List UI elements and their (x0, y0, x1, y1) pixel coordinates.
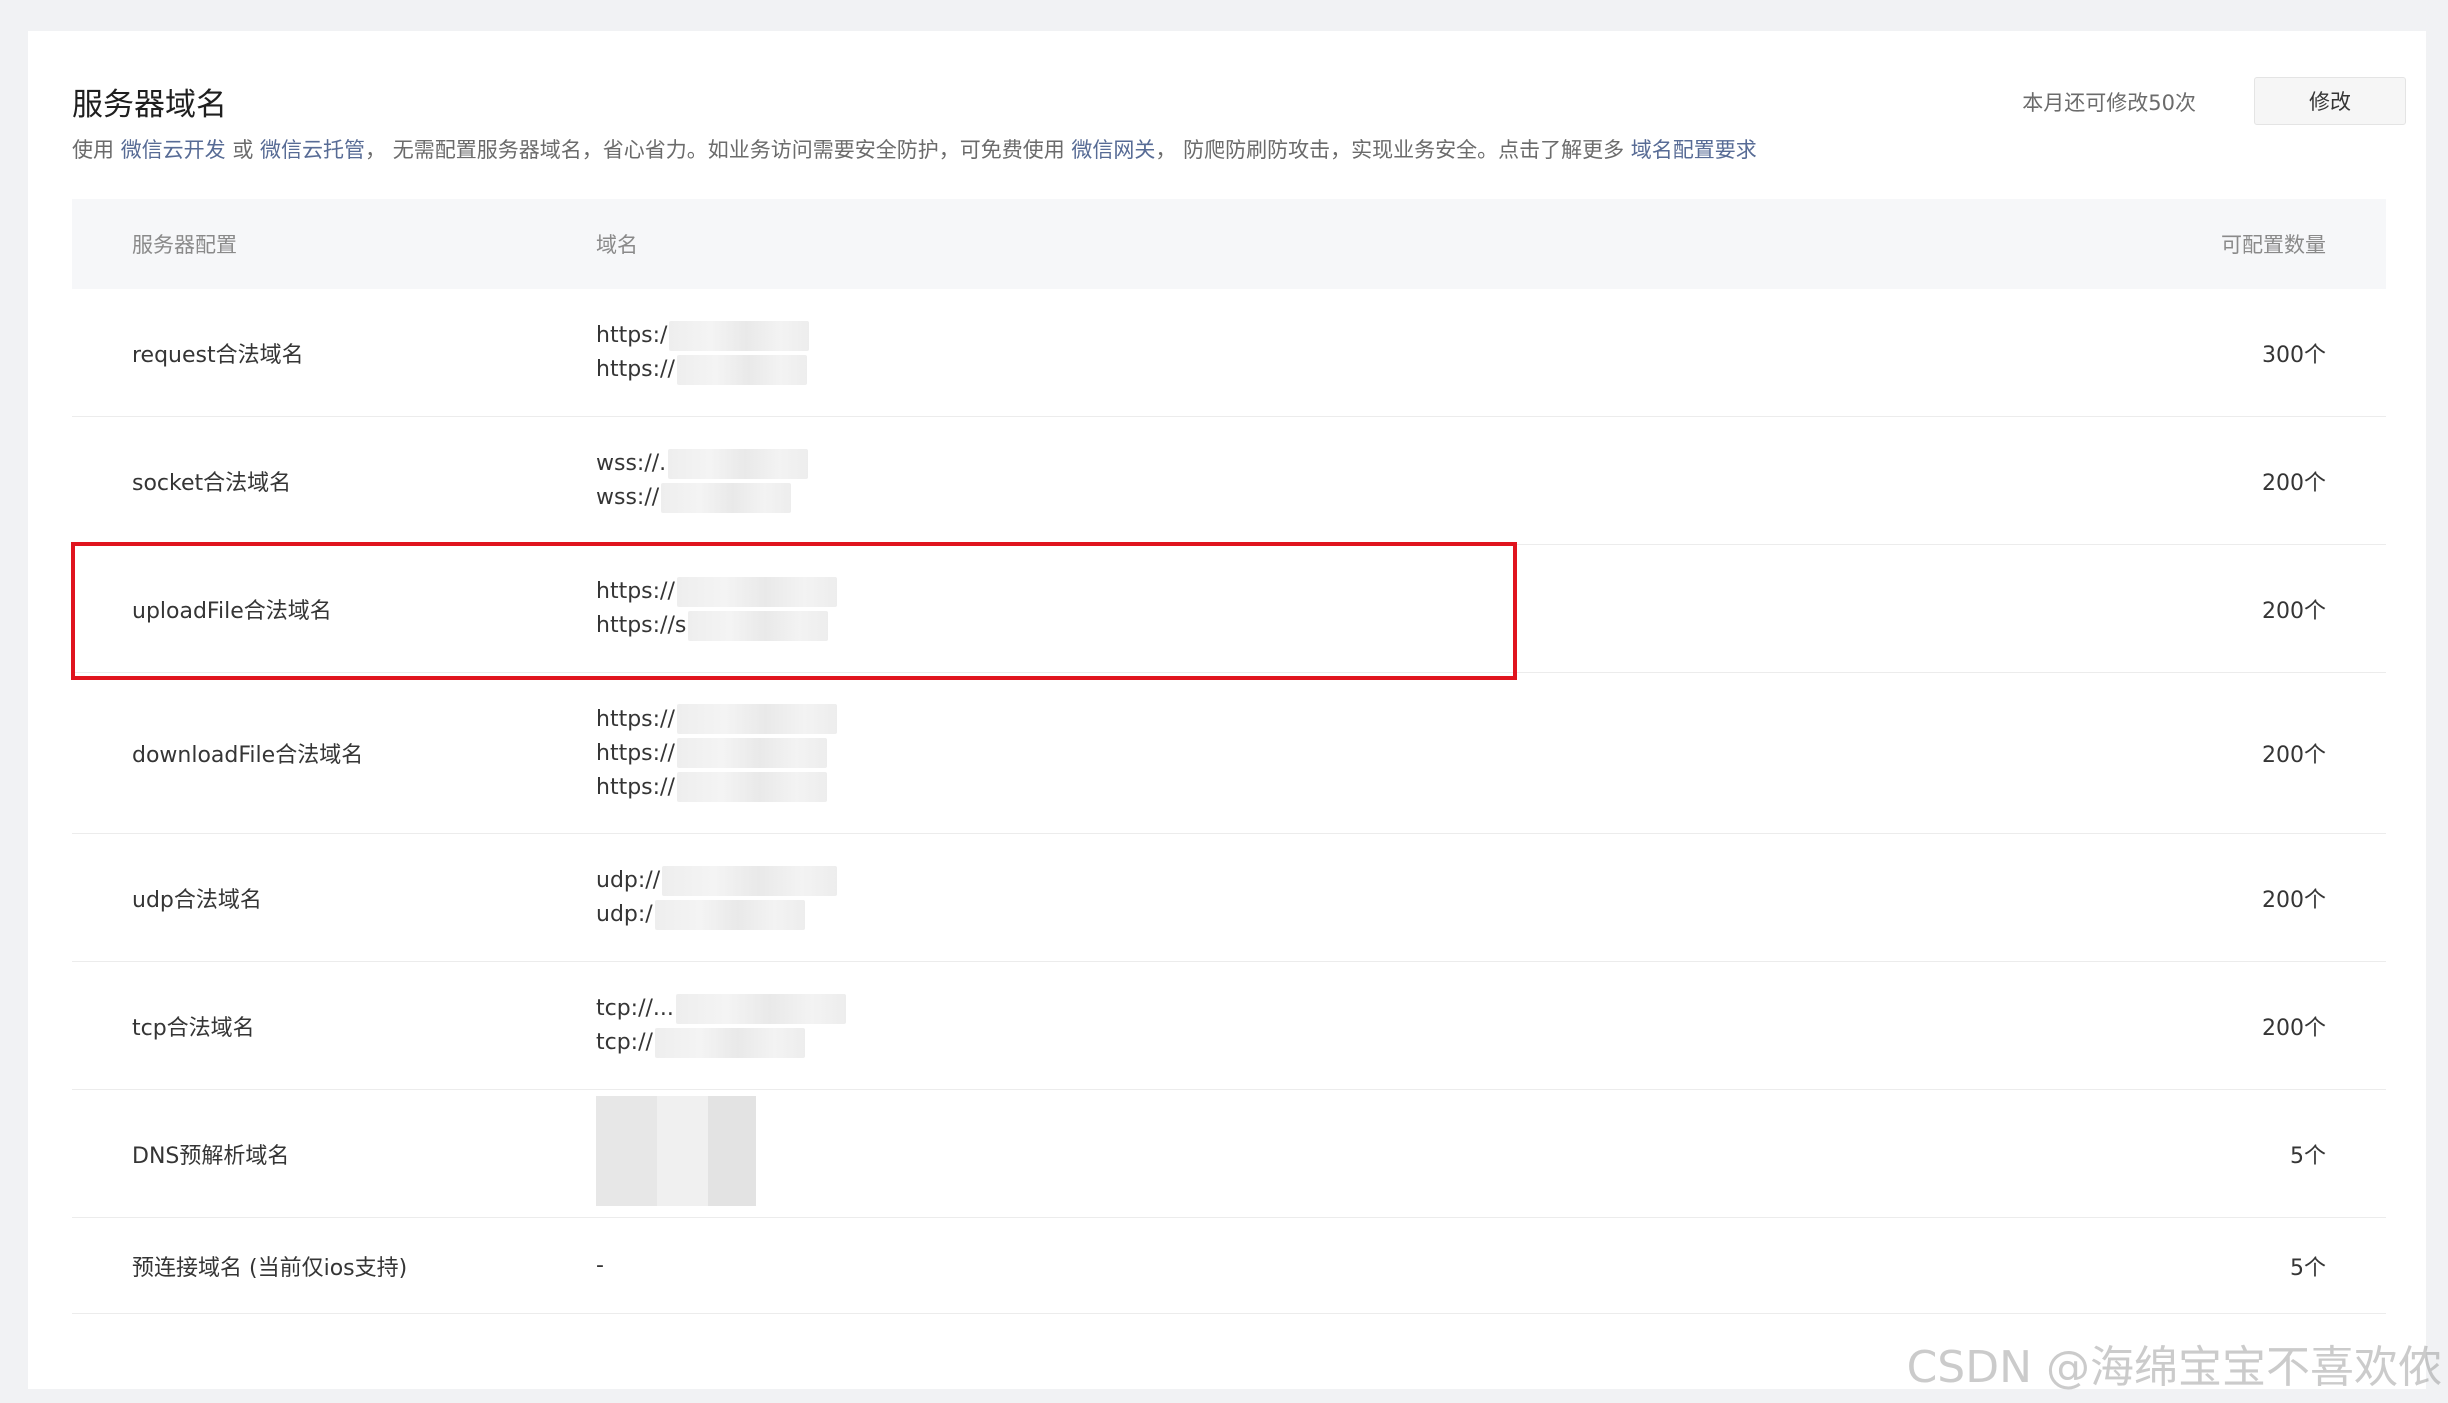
domain-list: https:/ https:// (596, 319, 2086, 387)
domain-prefix: - (596, 1253, 604, 1278)
highlight-box (71, 542, 1517, 680)
domain-list: - (596, 1249, 2086, 1283)
config-count: 200个 (2262, 1015, 2326, 1041)
domain-entry: udp:// (596, 864, 2086, 898)
redacted-domain (669, 320, 810, 351)
domain-prefix: udp:/ (596, 902, 653, 927)
table-row: downloadFile合法域名 https://https://https://… (72, 673, 2386, 834)
domain-prefix: https:/ (596, 323, 668, 348)
redacted-domain (662, 865, 838, 896)
config-count: 200个 (2262, 743, 2326, 768)
redacted-domain (668, 448, 809, 479)
desc-text: 使用 (72, 138, 121, 162)
domain-entry: https:// (596, 736, 2086, 770)
domain-table: 服务器配置 域名 可配置数量 request合法域名 https:/https:/… (72, 199, 2386, 1314)
desc-text: ， 防爬防刷防攻击，实现业务安全。点击了解更多 (1155, 138, 1631, 162)
column-header-count: 可配置数量 (2221, 233, 2326, 257)
config-count: 200个 (2262, 887, 2326, 913)
config-count: 200个 (2262, 598, 2326, 624)
domain-entry: - (596, 1249, 2086, 1283)
domain-list: tcp://... tcp:// (596, 992, 2086, 1060)
config-name: 预连接域名 (当前仅ios支持) (132, 1255, 408, 1281)
table-body: request合法域名 https:/ https:// 300个 socket合法域名… (72, 289, 2386, 1314)
redacted-domain (676, 772, 827, 802)
desc-text: ， 无需配置服务器域名，省心省力。如业务访问需要安全防护，可免费使用 (365, 138, 1072, 162)
config-count: 300个 (2262, 342, 2326, 368)
column-header-config: 服务器配置 (132, 233, 237, 257)
domain-entry: wss://. (596, 447, 2086, 481)
domain-prefix: udp:// (596, 868, 661, 893)
desc-text: 或 (225, 138, 261, 162)
watermark: CSDN @海绵宝宝不喜欢侬 (1906, 1342, 2442, 1393)
redacted-domain (676, 354, 807, 385)
redacted-domain (675, 993, 846, 1024)
redacted-domain (661, 482, 792, 513)
page-title: 服务器域名 (72, 87, 227, 123)
link-cloud-hosting[interactable]: 微信云托管 (260, 138, 365, 162)
table-header: 服务器配置 域名 可配置数量 (72, 199, 2386, 289)
table-row: DNS预解析域名 5个 (72, 1090, 2386, 1218)
link-wechat-gateway[interactable]: 微信网关 (1071, 138, 1155, 162)
domain-entry: tcp:// (596, 1026, 2086, 1060)
config-name: socket合法域名 (132, 470, 292, 496)
domain-prefix: https:// (596, 357, 675, 382)
config-name: tcp合法域名 (132, 1015, 255, 1041)
domain-prefix: https:// (596, 706, 675, 732)
table-row: request合法域名 https:/ https:// 300个 (72, 289, 2386, 417)
link-cloud-dev[interactable]: 微信云开发 (121, 138, 226, 162)
domain-prefix: wss://. (596, 451, 667, 476)
domain-prefix: tcp:// (596, 1030, 653, 1055)
column-header-domain: 域名 (596, 233, 638, 257)
domain-list: wss://. wss:// (596, 447, 2086, 515)
domain-list: udp:// udp:/ (596, 864, 2086, 932)
table-row: udp合法域名 udp:// udp:/ 200个 (72, 834, 2386, 962)
config-count: 5个 (2290, 1255, 2326, 1281)
domain-entry: https:// (596, 353, 2086, 387)
config-count: 200个 (2262, 470, 2326, 496)
domain-list: https:// https:// https:// (596, 702, 2086, 804)
domain-entry: https:// (596, 770, 2086, 804)
table-row: socket合法域名 wss://. wss:// 200个 (72, 417, 2386, 545)
modify-button[interactable]: 修改 (2254, 77, 2406, 125)
config-count: 5个 (2290, 1143, 2326, 1169)
redacted-domain (676, 704, 837, 734)
config-name: udp合法域名 (132, 887, 262, 913)
table-row: 预连接域名 (当前仅ios支持) - 5个 (72, 1218, 2386, 1314)
redacted-domain (654, 1027, 805, 1058)
domain-prefix: https:// (596, 740, 675, 766)
config-name: DNS预解析域名 (132, 1143, 290, 1169)
domain-entry: https:/ (596, 319, 2086, 353)
domain-prefix: wss:// (596, 485, 660, 510)
domain-prefix: tcp://... (596, 996, 674, 1021)
config-name: request合法域名 (132, 342, 304, 368)
link-domain-requirements[interactable]: 域名配置要求 (1631, 138, 1757, 162)
redacted-domain (596, 1095, 756, 1206)
domain-list (596, 1095, 2086, 1212)
description: 使用 微信云开发 或 微信云托管， 无需配置服务器域名，省心省力。如业务访问需要… (72, 134, 1757, 164)
domain-entry: https:// (596, 702, 2086, 736)
domain-entry: wss:// (596, 481, 2086, 515)
domain-entry: udp:/ (596, 898, 2086, 932)
config-name: downloadFile合法域名 (132, 743, 364, 768)
remaining-edits: 本月还可修改50次 (2022, 91, 2196, 115)
table-row: tcp合法域名 tcp://... tcp:// 200个 (72, 962, 2386, 1090)
redacted-domain (654, 899, 805, 930)
server-domain-panel: 服务器域名 使用 微信云开发 或 微信云托管， 无需配置服务器域名，省心省力。如… (28, 31, 2426, 1389)
domain-prefix: https:// (596, 774, 675, 800)
redacted-domain (676, 738, 827, 768)
domain-entry: tcp://... (596, 992, 2086, 1026)
